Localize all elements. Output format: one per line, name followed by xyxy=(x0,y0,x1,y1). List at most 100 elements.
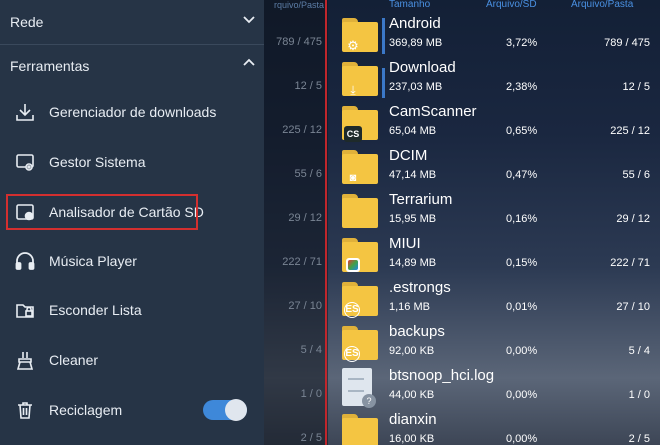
file-percent: 2,38% xyxy=(506,81,538,93)
menu-item-label: Gerenciador de downloads xyxy=(49,104,217,120)
middle-pane-header: rquivo/Pasta xyxy=(273,0,324,10)
pane-divider xyxy=(325,0,327,445)
file-row-btsnoop[interactable]: ? btsnoop_hci.log 44,00 KB 0,00% 1 / 0 xyxy=(328,364,660,408)
file-count: 225 / 12 xyxy=(610,125,650,137)
recycle-toggle[interactable] xyxy=(203,399,247,421)
file-name: DCIM xyxy=(389,147,428,164)
size-bar xyxy=(382,68,385,98)
section-ferramentas[interactable]: Ferramentas xyxy=(0,44,264,88)
file-size: 1,16 MB xyxy=(389,301,430,313)
middle-pane-value: 225 / 12 xyxy=(282,124,322,136)
section-rede[interactable]: Rede xyxy=(0,0,264,44)
hidden-list-icon xyxy=(14,299,36,321)
file-row-backups[interactable]: ES backups 92,00 KB 0,00% 5 / 4 xyxy=(328,320,660,364)
file-size: 14,89 MB xyxy=(389,257,437,269)
navigation-drawer: Rede Ferramentas Gerenciador de download… xyxy=(0,0,264,445)
middle-pane-value: 12 / 5 xyxy=(294,80,322,92)
folder-icon xyxy=(342,414,378,445)
file-size: 16,00 KB xyxy=(389,433,435,445)
middle-pane-value: 5 / 4 xyxy=(300,344,322,356)
file-count: 12 / 5 xyxy=(622,81,650,93)
download-folder-icon: ⤓ xyxy=(342,62,378,98)
file-percent: 0,00% xyxy=(506,389,538,401)
file-count: 29 / 12 xyxy=(616,213,650,225)
headphones-icon xyxy=(14,250,36,272)
size-bar xyxy=(382,18,385,54)
middle-pane-value: 789 / 475 xyxy=(276,36,322,48)
file-name: Terrarium xyxy=(389,191,453,208)
camera-folder-icon: ◙ xyxy=(342,150,378,186)
file-size: 65,04 MB xyxy=(389,125,437,137)
chevron-down-icon xyxy=(242,12,256,26)
chevron-up-icon xyxy=(242,56,256,70)
file-count: 789 / 475 xyxy=(604,37,650,49)
folder-icon xyxy=(342,194,378,230)
unknown-file-icon: ? xyxy=(342,368,376,408)
menu-item-label: Reciclagem xyxy=(49,402,123,418)
section-label: Ferramentas xyxy=(10,58,90,74)
file-row-dcim[interactable]: ◙ DCIM 47,14 MB 0,47% 55 / 6 xyxy=(328,144,660,188)
file-percent: 3,72% xyxy=(506,37,538,49)
file-percent: 0,00% xyxy=(506,433,538,445)
file-count: 1 / 0 xyxy=(628,389,650,401)
file-percent: 0,01% xyxy=(506,301,538,313)
file-size: 369,89 MB xyxy=(389,37,443,49)
column-headers: Tamanho Arquivo/SD Arquivo/Pasta xyxy=(328,0,660,12)
menu-item-label: Música Player xyxy=(49,253,137,269)
section-label: Rede xyxy=(10,14,44,30)
file-name: dianxin xyxy=(389,411,437,428)
menu-item-label: Esconder Lista xyxy=(49,302,142,318)
file-row-miui[interactable]: MIUI 14,89 MB 0,15% 222 / 71 xyxy=(328,232,660,276)
menu-item-label: Cleaner xyxy=(49,352,99,368)
es-folder-icon: ES xyxy=(342,326,378,362)
middle-pane-value: 29 / 12 xyxy=(288,212,322,224)
file-count: 222 / 71 xyxy=(610,257,650,269)
menu-item-system-manager[interactable]: Gestor Sistema xyxy=(0,140,264,186)
trash-icon xyxy=(14,399,36,421)
file-percent: 0,65% xyxy=(506,125,538,137)
camscanner-folder-icon: CS xyxy=(342,106,378,142)
menu-item-hidden-list[interactable]: Esconder Lista xyxy=(0,288,264,334)
file-row-estrongs[interactable]: ES .estrongs 1,16 MB 0,01% 27 / 10 xyxy=(328,276,660,320)
file-name: backups xyxy=(389,323,445,340)
file-row-camscanner[interactable]: CS CamScanner 65,04 MB 0,65% 225 / 12 xyxy=(328,100,660,144)
file-name: btsnoop_hci.log xyxy=(389,367,495,384)
file-list: Tamanho Arquivo/SD Arquivo/Pasta ⚙ Andro… xyxy=(328,0,660,445)
file-count: 5 / 4 xyxy=(628,345,650,357)
file-size: 237,03 MB xyxy=(389,81,443,93)
header-file-sd[interactable]: Arquivo/SD xyxy=(486,0,537,10)
system-manager-icon xyxy=(14,151,36,173)
file-size: 92,00 KB xyxy=(389,345,435,357)
header-size[interactable]: Tamanho xyxy=(389,0,430,10)
file-row-download[interactable]: ⤓ Download 237,03 MB 2,38% 12 / 5 xyxy=(328,56,660,100)
selection-highlight xyxy=(6,194,198,230)
file-row-android[interactable]: ⚙ Android 369,89 MB 3,72% 789 / 475 xyxy=(328,12,660,56)
gear-folder-icon: ⚙ xyxy=(342,18,378,54)
file-name: MIUI xyxy=(389,235,421,252)
file-percent: 0,15% xyxy=(506,257,538,269)
miui-folder-icon xyxy=(342,238,378,274)
middle-pane-value: 2 / 5 xyxy=(300,432,322,444)
middle-pane-value: 27 / 10 xyxy=(288,300,322,312)
file-count: 27 / 10 xyxy=(616,301,650,313)
middle-pane-value: 1 / 0 xyxy=(300,388,322,400)
file-percent: 0,16% xyxy=(506,213,538,225)
middle-pane: rquivo/Pasta 789 / 475 12 / 5 225 / 12 5… xyxy=(264,0,328,445)
download-icon xyxy=(14,101,36,123)
cleaner-icon xyxy=(14,349,36,371)
file-count: 2 / 5 xyxy=(628,433,650,445)
menu-item-download-manager[interactable]: Gerenciador de downloads xyxy=(0,90,264,136)
file-size: 47,14 MB xyxy=(389,169,437,181)
file-row-dianxin[interactable]: dianxin 16,00 KB 0,00% 2 / 5 xyxy=(328,408,660,445)
menu-item-cleaner[interactable]: Cleaner xyxy=(0,338,264,384)
file-size: 15,95 MB xyxy=(389,213,437,225)
header-file-folder[interactable]: Arquivo/Pasta xyxy=(571,0,633,10)
menu-item-music-player[interactable]: Música Player xyxy=(0,239,264,285)
middle-pane-value: 222 / 71 xyxy=(282,256,322,268)
toggle-knob xyxy=(225,399,247,421)
file-name: .estrongs xyxy=(389,279,451,296)
file-percent: 0,00% xyxy=(506,345,538,357)
file-name: Android xyxy=(389,15,441,32)
file-row-terrarium[interactable]: Terrarium 15,95 MB 0,16% 29 / 12 xyxy=(328,188,660,232)
middle-pane-value: 55 / 6 xyxy=(294,168,322,180)
